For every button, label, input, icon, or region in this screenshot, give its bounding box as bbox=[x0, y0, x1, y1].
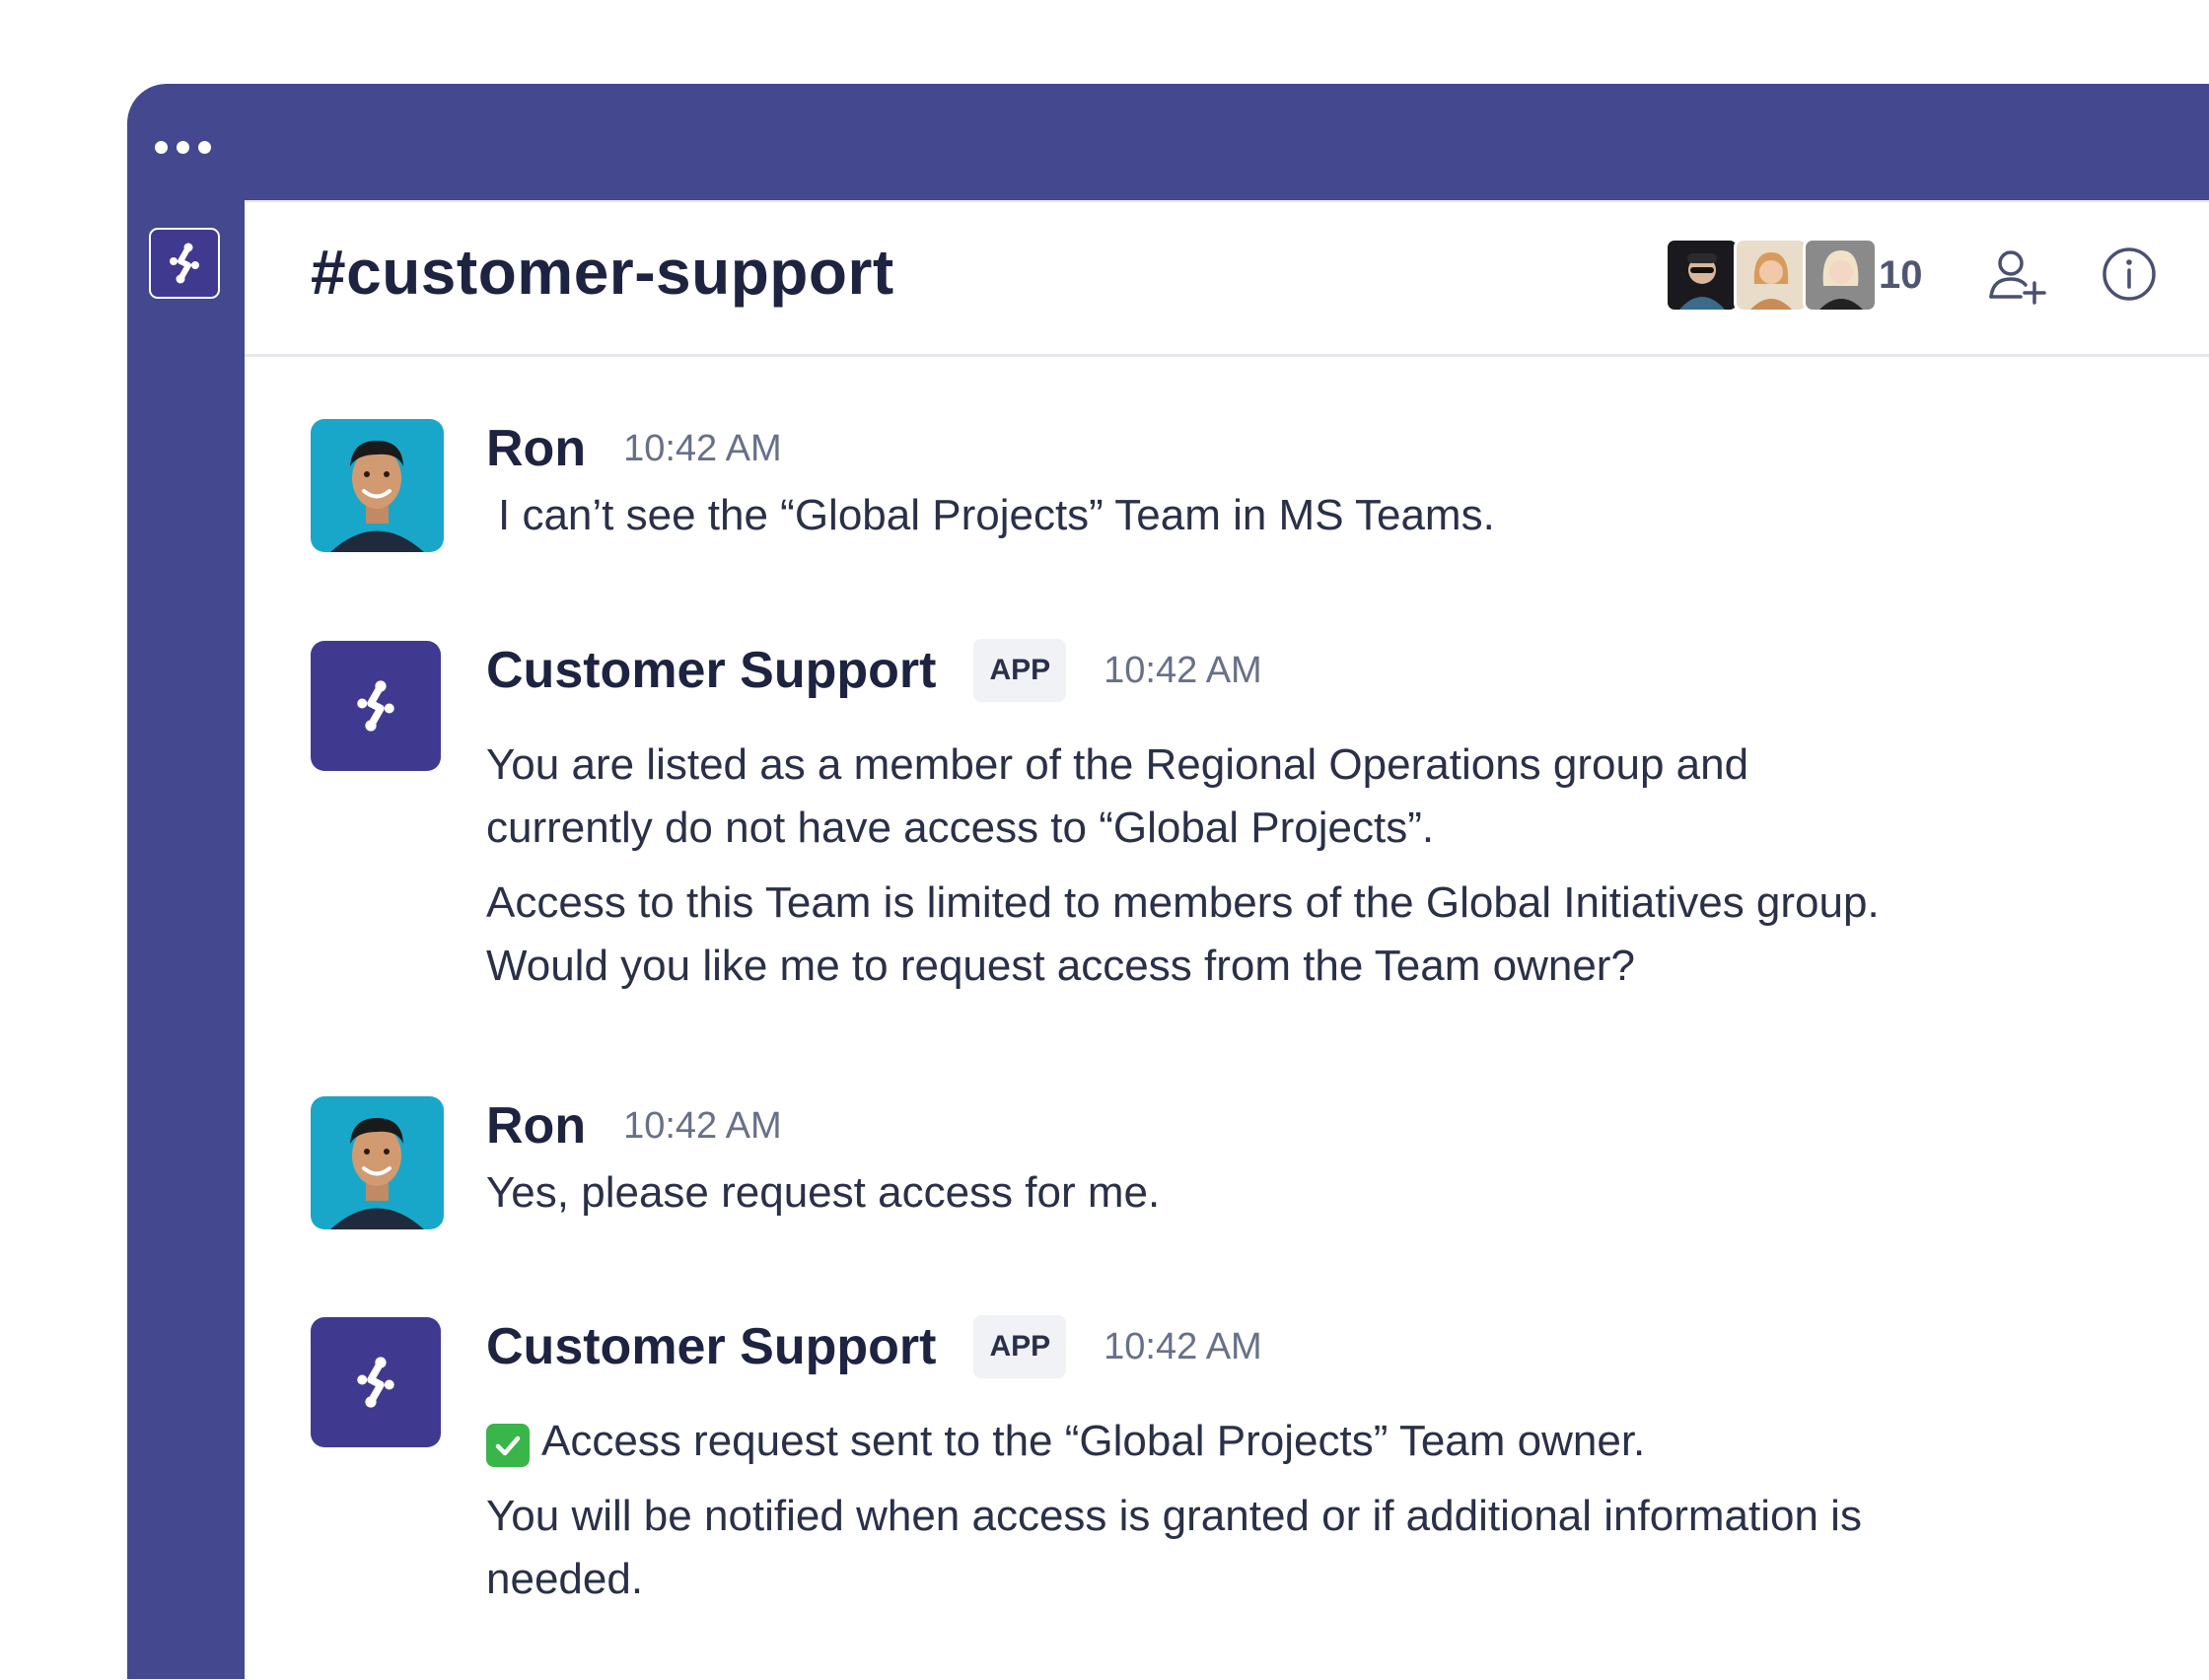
message-text: Access request sent to the “Global Proje… bbox=[486, 1417, 1862, 1603]
member-avatar bbox=[1734, 238, 1809, 313]
app-badge: APP bbox=[973, 639, 1067, 702]
app-badge: APP bbox=[973, 1315, 1067, 1378]
timestamp: 10:42 AM bbox=[623, 1104, 782, 1147]
channel-pane: #customer-support 10 Ron 10:42 AM I can’… bbox=[245, 200, 2209, 1680]
sender-name[interactable]: Customer Support bbox=[486, 641, 936, 700]
timestamp: 10:42 AM bbox=[1104, 649, 1262, 691]
customer-support-app-icon[interactable] bbox=[311, 1317, 441, 1447]
add-user-icon[interactable] bbox=[1985, 245, 2046, 307]
workspace-logo-icon[interactable] bbox=[149, 228, 220, 299]
channel-header: #customer-support 10 bbox=[245, 200, 2209, 357]
channel-title[interactable]: #customer-support bbox=[311, 236, 894, 309]
sender-name[interactable]: Customer Support bbox=[486, 1317, 936, 1376]
sender-name[interactable]: Ron bbox=[486, 419, 586, 478]
member-avatar bbox=[1665, 238, 1740, 313]
message-text: You are listed as a member of the Region… bbox=[486, 740, 1880, 990]
app-window: #customer-support 10 Ron 10:42 AM I can’… bbox=[127, 84, 2209, 1680]
member-avatar bbox=[1803, 238, 1878, 313]
title-bar bbox=[127, 84, 2209, 200]
timestamp: 10:42 AM bbox=[1104, 1325, 1262, 1367]
message-text: Yes, please request access for me. bbox=[486, 1168, 1161, 1217]
timestamp: 10:42 AM bbox=[623, 427, 782, 469]
message-text: I can’t see the “Global Projects” Team i… bbox=[498, 491, 1495, 539]
sidebar bbox=[127, 200, 245, 1679]
sender-name[interactable]: Ron bbox=[486, 1096, 586, 1155]
member-avatars[interactable] bbox=[1665, 238, 1878, 313]
customer-support-app-icon[interactable] bbox=[311, 641, 441, 771]
info-icon[interactable] bbox=[2101, 245, 2158, 303]
window-menu-dots-icon[interactable] bbox=[155, 141, 211, 154]
ron-avatar[interactable] bbox=[311, 419, 444, 552]
ron-avatar[interactable] bbox=[311, 1096, 444, 1229]
member-count[interactable]: 10 bbox=[1879, 253, 1923, 298]
checkmark-icon bbox=[486, 1424, 530, 1467]
